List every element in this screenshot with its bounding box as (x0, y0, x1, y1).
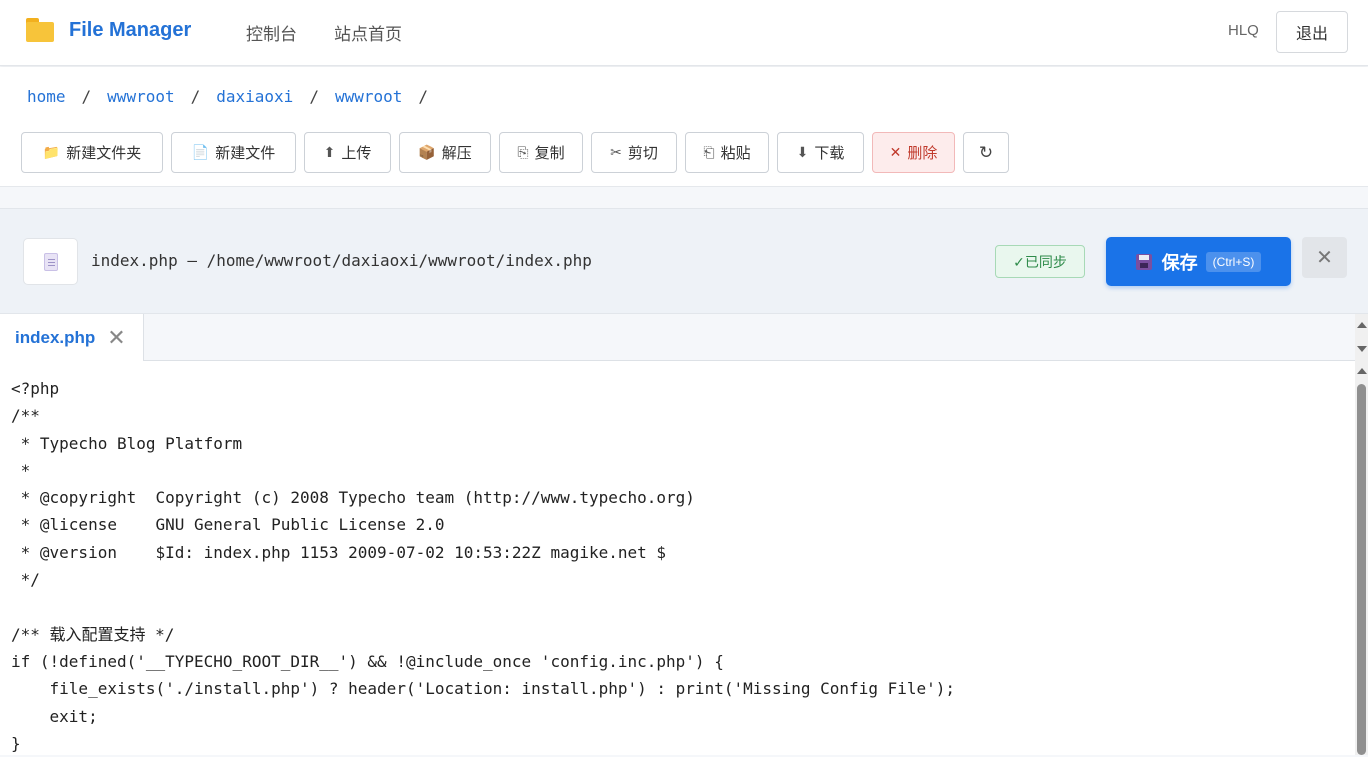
upload-arrow-icon: ⬆ (323, 144, 336, 160)
tab-index-php[interactable]: index.php ✕ (0, 314, 144, 361)
brand[interactable]: File Manager (26, 18, 191, 42)
extract-button[interactable]: 📦 解压 (399, 132, 491, 173)
breadcrumb: home / wwwroot / daxiaoxi / wwwroot / (27, 87, 444, 106)
sync-status-badge: ✓已同步 (995, 245, 1085, 278)
username: HLQ (1228, 22, 1259, 39)
code-line: * @license GNU General Public License 2.… (11, 515, 445, 535)
code-line: * Typecho Blog Platform (11, 433, 243, 453)
code-line: * @version $Id: index.php 1153 2009-07-0… (11, 542, 667, 562)
button-label: 下载 (814, 145, 845, 162)
new-file-button[interactable]: 📄 新建文件 (171, 132, 296, 173)
delete-button[interactable]: ✕ 删除 (872, 132, 955, 173)
tab-close-icon[interactable]: ✕ (107, 326, 125, 349)
breadcrumb-item-wwwroot[interactable]: wwwroot (107, 87, 174, 106)
logout-button[interactable]: 退出 (1276, 11, 1348, 53)
code-line: } (11, 733, 21, 753)
refresh-button[interactable]: ↻ (963, 132, 1009, 173)
save-shortcut-hint: (Ctrl+S) (1205, 251, 1262, 272)
button-label: 解压 (441, 145, 472, 162)
button-label: 删除 (907, 145, 938, 162)
copy-icon: ⎘ (517, 144, 529, 160)
button-label: 新建文件 (215, 145, 276, 162)
code-line: /** (11, 406, 40, 426)
code-line: exit; (11, 706, 98, 726)
upload-button[interactable]: ⬆ 上传 (304, 132, 391, 173)
copy-button[interactable]: ⎘ 复制 (499, 132, 583, 173)
editor-file-path: index.php — /home/wwwroot/daxiaoxi/wwwro… (91, 251, 592, 270)
breadcrumb-item-home[interactable]: home (27, 87, 66, 106)
php-file-icon (23, 238, 78, 285)
breadcrumb-item-wwwroot-2[interactable]: wwwroot (335, 87, 402, 106)
button-label: 新建文件夹 (66, 145, 142, 162)
cross-icon: ✕ (889, 144, 902, 160)
code-editor[interactable]: <?php /** * Typecho Blog Platform * * @c… (0, 361, 1355, 755)
floppy-disk-icon (1135, 253, 1152, 270)
save-label: 保存 (1161, 252, 1198, 273)
scissors-icon: ✂ (610, 144, 622, 160)
breadcrumb-separator: / (190, 87, 201, 106)
toolbar-panel: home / wwwroot / daxiaoxi / wwwroot / 📁 … (0, 67, 1368, 187)
button-label: 粘贴 (720, 145, 751, 162)
vertical-scrollbar[interactable] (1355, 314, 1368, 755)
breadcrumb-item-daxiaoxi[interactable]: daxiaoxi (216, 87, 293, 106)
nav-link-site-home[interactable]: 站点首页 (334, 20, 402, 45)
close-icon: ✕ (1316, 247, 1333, 269)
scroll-up-arrow-icon[interactable] (1357, 322, 1367, 328)
button-label: 上传 (341, 145, 372, 162)
code-line: <?php (11, 379, 60, 398)
code-line: file_exists('./install.php') ? header('L… (11, 679, 956, 699)
scrollbar-thumb[interactable] (1357, 384, 1366, 755)
scroll-down-arrow-icon[interactable] (1357, 346, 1367, 352)
tab-label: index.php (15, 327, 96, 347)
file-icon: 📄 (191, 144, 210, 160)
download-arrow-icon: ⬇ (796, 144, 809, 160)
scroll-up-arrow-icon[interactable] (1357, 368, 1367, 374)
refresh-icon: ↻ (978, 142, 994, 162)
top-navbar: File Manager 控制台 站点首页 HLQ 退出 (0, 0, 1368, 66)
code-line: * @copyright Copyright (c) 2008 Typecho … (11, 488, 695, 508)
button-label: 剪切 (627, 145, 658, 162)
editor-header: index.php — /home/wwwroot/daxiaoxi/wwwro… (0, 208, 1368, 314)
folder-logo-icon (26, 18, 54, 42)
close-editor-button[interactable]: ✕ (1302, 237, 1347, 278)
download-button[interactable]: ⬇ 下载 (777, 132, 864, 173)
code-line: /** 载入配置支持 */ (11, 624, 175, 644)
code-line: if (!defined('__TYPECHO_ROOT_DIR__') && … (11, 651, 724, 671)
button-label: 复制 (534, 145, 565, 162)
paste-button[interactable]: ⎗ 粘贴 (685, 132, 769, 173)
file-toolbar: 📁 新建文件夹 📄 新建文件 ⬆ 上传 📦 解压 ⎘ 复制 ✂ 剪切 ⎗ 粘贴 … (21, 132, 1017, 173)
package-icon: 📦 (418, 144, 436, 160)
brand-title: File Manager (69, 18, 192, 41)
code-line: */ (11, 570, 40, 590)
save-button[interactable]: 保存 (Ctrl+S) (1106, 237, 1291, 286)
editor-tab-bar: index.php ✕ (0, 314, 1355, 361)
code-line: * (11, 460, 31, 480)
paste-icon: ⎗ (703, 144, 715, 160)
breadcrumb-separator: / (81, 87, 92, 106)
breadcrumb-separator: / (309, 87, 319, 106)
cut-button[interactable]: ✂ 剪切 (591, 132, 677, 173)
nav-link-dashboard[interactable]: 控制台 (246, 20, 297, 45)
folder-icon: 📁 (42, 144, 61, 160)
new-folder-button[interactable]: 📁 新建文件夹 (21, 132, 163, 173)
breadcrumb-separator: / (418, 87, 429, 106)
